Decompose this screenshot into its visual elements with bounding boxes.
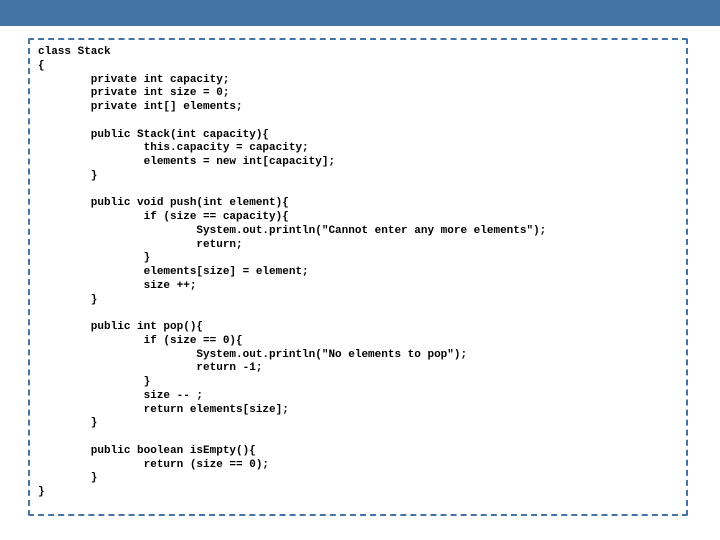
- slide-top-bar: [0, 0, 720, 26]
- code-container: class Stack { private int capacity; priv…: [28, 38, 688, 516]
- code-block: class Stack { private int capacity; priv…: [38, 46, 680, 500]
